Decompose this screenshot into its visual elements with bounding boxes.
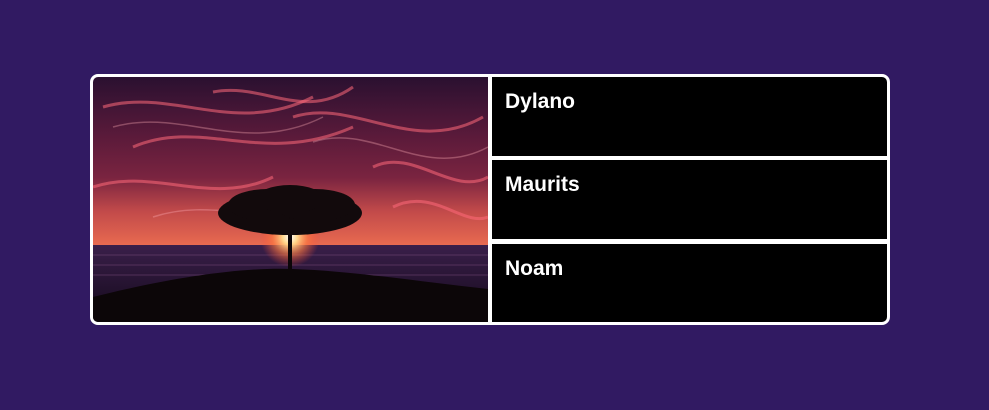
- name-row: Dylano: [492, 77, 887, 156]
- profile-card: Dylano Maurits Noam: [90, 74, 890, 325]
- name-label: Noam: [505, 257, 564, 280]
- name-list: Dylano Maurits Noam: [492, 77, 887, 322]
- name-row: Maurits: [492, 160, 887, 239]
- tree-at-sunset-icon: [93, 77, 488, 322]
- name-row: Noam: [492, 244, 887, 322]
- name-label: Dylano: [505, 90, 576, 113]
- tree-sunset-image: [93, 77, 488, 322]
- name-label: Maurits: [505, 173, 580, 196]
